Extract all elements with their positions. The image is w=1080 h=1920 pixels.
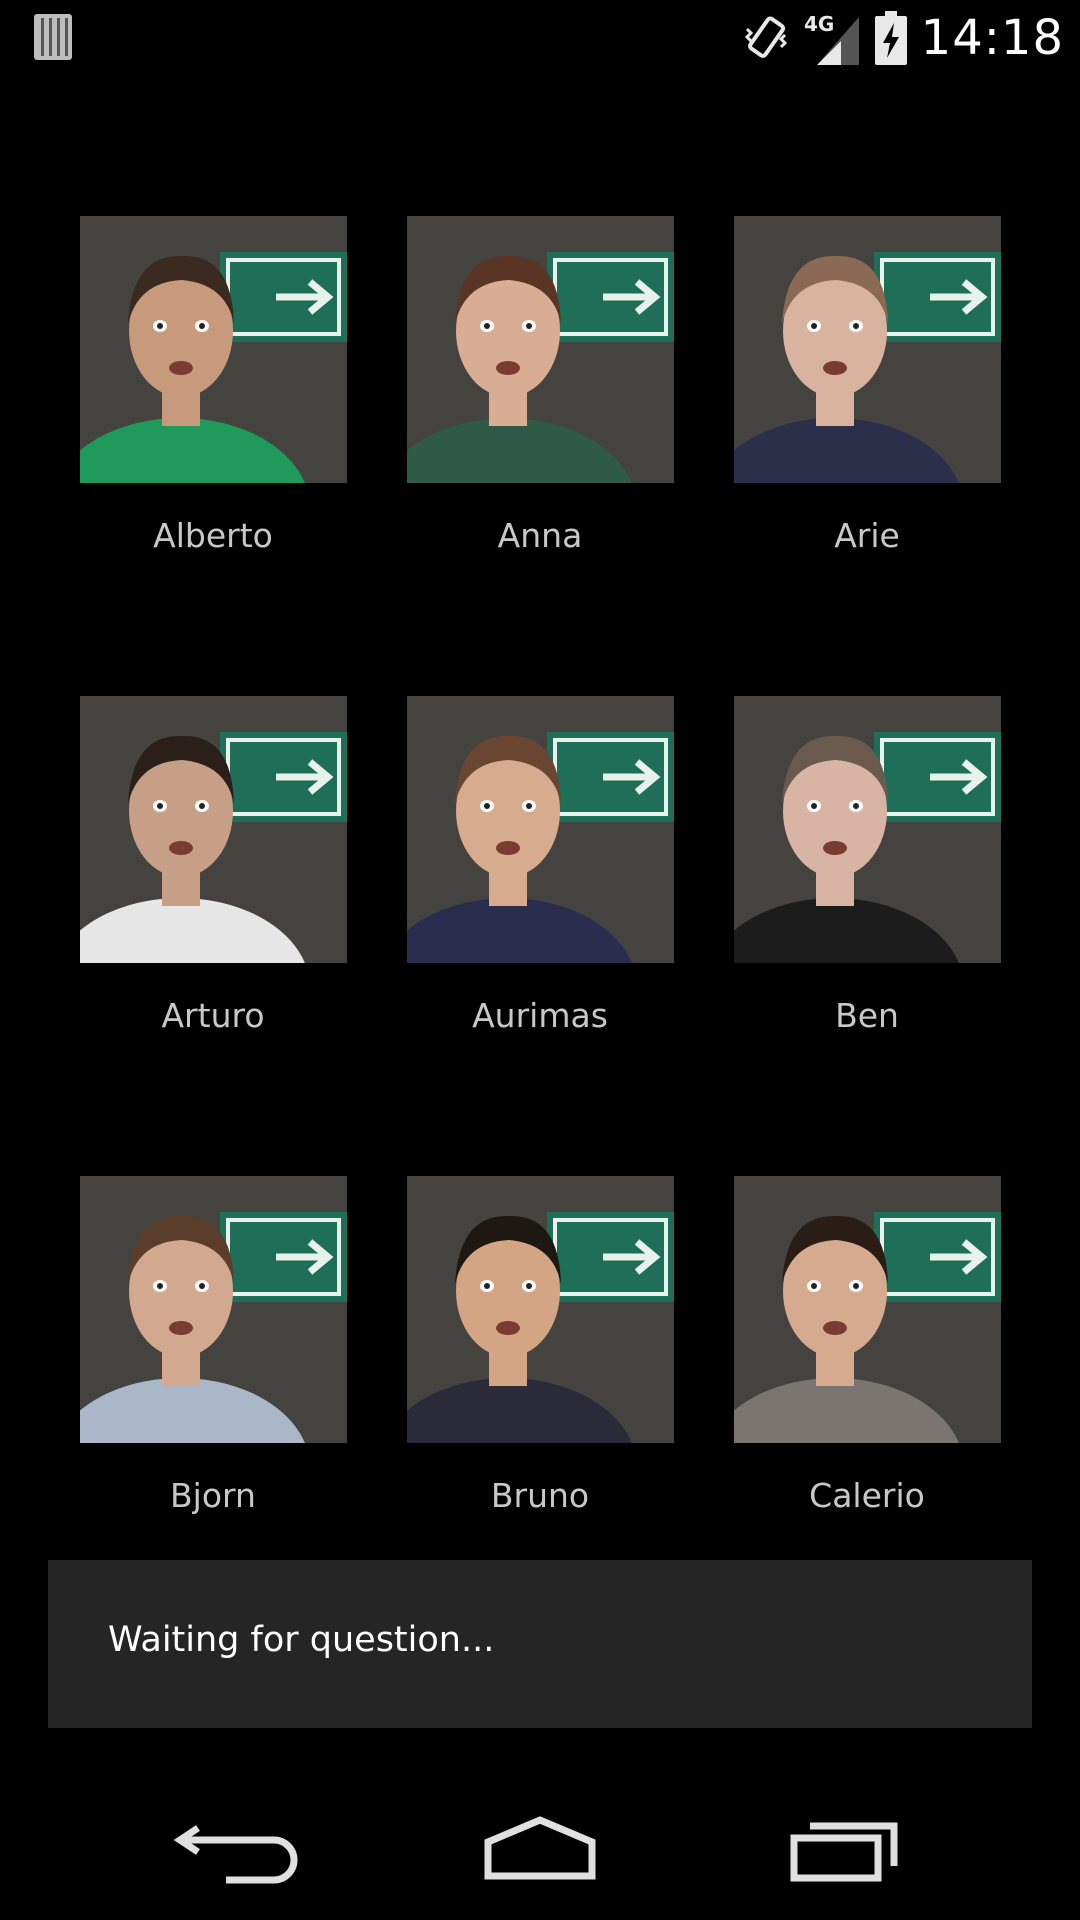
toast-text: Waiting for question... [108,1620,495,1660]
portrait-image [407,696,674,963]
vibrate-icon [744,16,787,58]
person-name: Arturo [161,996,265,1035]
navigation-bar [0,1776,1080,1920]
person-card[interactable]: Arie [732,216,1002,586]
person-photo [734,216,1001,483]
person-card[interactable]: Ben [732,696,1002,1066]
battery-charging-icon [874,11,907,65]
person-name: Arie [834,516,900,555]
back-icon[interactable] [170,1806,310,1890]
toast-message: Waiting for question... [48,1560,1032,1728]
portrait-image [734,1176,1001,1443]
person-card[interactable]: Anna [405,216,675,586]
home-icon[interactable] [470,1806,610,1890]
person-card[interactable]: Calerio [732,1176,1002,1546]
person-name: Bjorn [170,1476,256,1515]
person-name: Ben [835,996,899,1035]
person-photo [407,1176,674,1443]
portrait-image [407,216,674,483]
person-photo [80,216,347,483]
status-icons: 4G 14:18 [743,8,1064,68]
portrait-image [80,216,347,483]
person-card[interactable]: Bruno [405,1176,675,1546]
network-type-label: 4G [804,12,834,36]
person-photo [80,1176,347,1443]
person-name: Anna [497,516,583,555]
portrait-image [80,696,347,963]
person-name: Alberto [153,516,273,555]
clock: 14:18 [920,10,1064,66]
person-photo [734,696,1001,963]
portrait-image [80,1176,347,1443]
portrait-image [407,1176,674,1443]
person-name: Aurimas [472,996,608,1035]
notification-bars-icon[interactable] [34,14,72,60]
person-card[interactable]: Aurimas [405,696,675,1066]
person-name: Bruno [490,1476,590,1515]
person-card[interactable]: Arturo [78,696,348,1066]
person-photo [80,696,347,963]
person-card[interactable]: Alberto [78,216,348,586]
person-photo [407,216,674,483]
person-card[interactable]: Bjorn [78,1176,348,1546]
person-photo [734,1176,1001,1443]
person-name: Calerio [809,1476,925,1515]
person-photo [407,696,674,963]
portrait-image [734,696,1001,963]
portrait-image [734,216,1001,483]
recent-apps-icon[interactable] [780,1806,920,1890]
status-bar: 4G 14:18 [0,0,1080,75]
signal-icon: 4G [804,12,859,65]
